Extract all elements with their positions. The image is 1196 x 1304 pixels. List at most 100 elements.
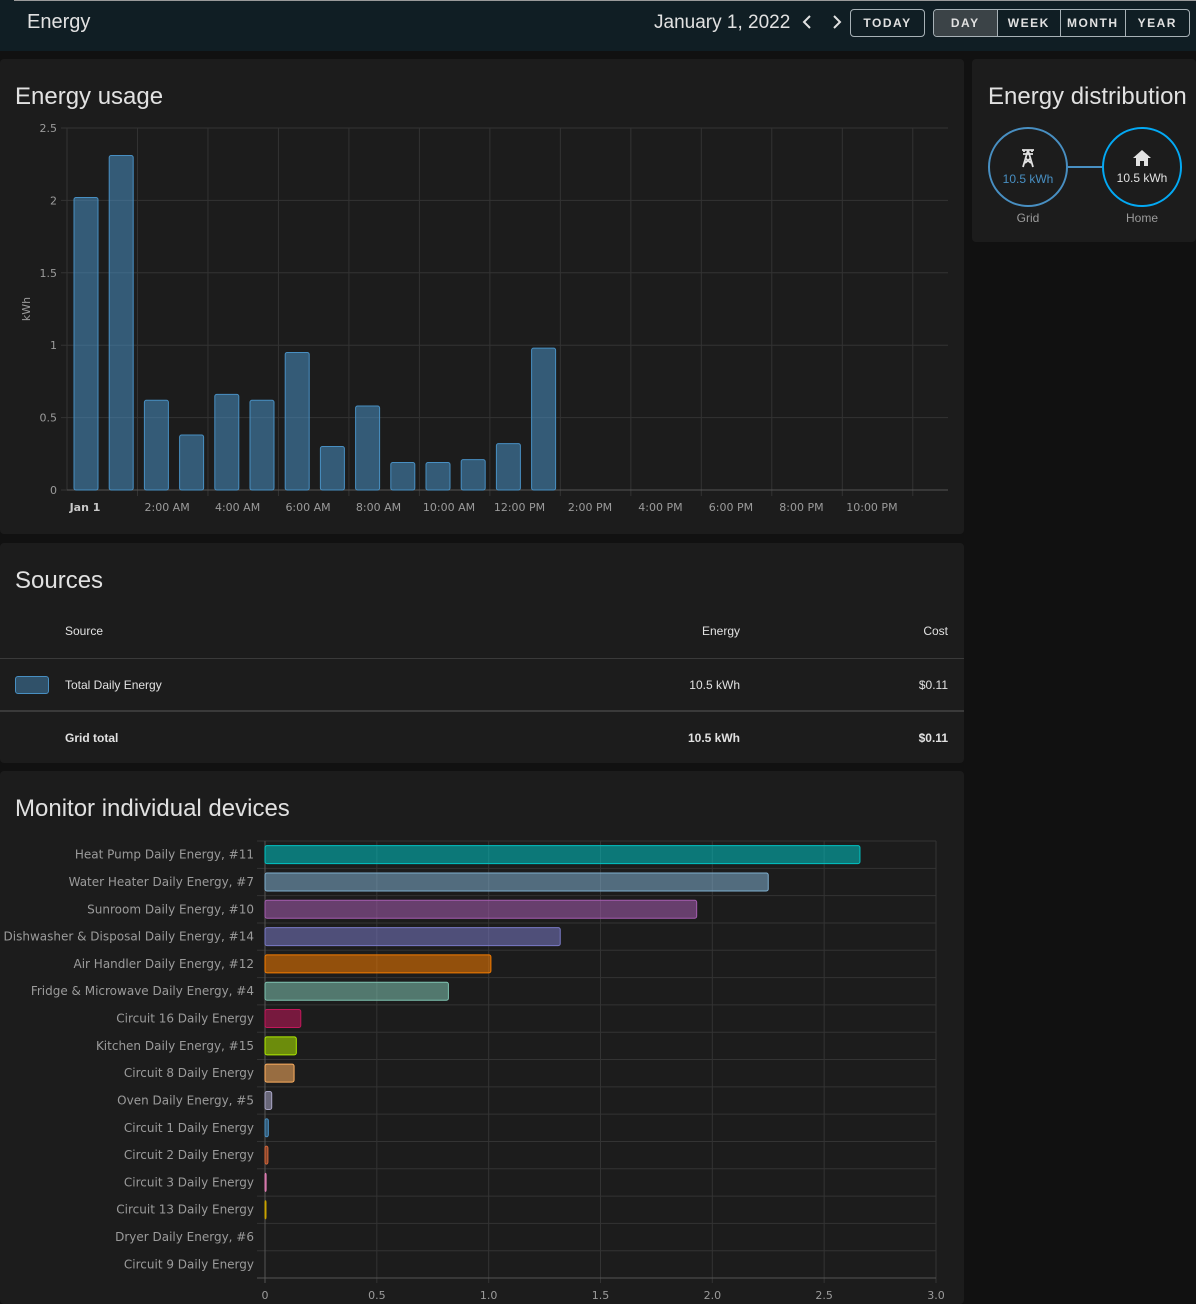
- usage-bar: [319, 446, 345, 491]
- home-node[interactable]: 10.5 kWh: [1102, 127, 1182, 207]
- devices-card: Monitor individual devices 0 0.5 1.0 1.5 2.0…: [0, 771, 964, 1304]
- y-tick-label: 0: [50, 484, 57, 497]
- chevron-right-icon: [833, 15, 842, 29]
- y-tick-label: 0.5: [40, 412, 58, 425]
- x-tick-label: 12:00 PM: [494, 501, 545, 514]
- divider: [0, 710, 964, 712]
- device-label: Dryer Daily Energy, #6: [115, 1230, 254, 1244]
- device-label: Water Heater Daily Energy, #7: [69, 875, 254, 889]
- today-button[interactable]: TODAY: [850, 9, 925, 37]
- grid-node[interactable]: 10.5 kWh: [988, 127, 1068, 207]
- device-bar: [264, 1172, 267, 1192]
- device-bar: [264, 1090, 273, 1110]
- grid-total-cost: $0.11: [918, 731, 948, 745]
- device-label: Fridge & Microwave Daily Energy, #4: [31, 984, 254, 998]
- sources-title: Sources: [15, 567, 104, 594]
- device-bar: [264, 981, 449, 1001]
- chevron-left-icon: [802, 15, 811, 29]
- device-label: Circuit 2 Daily Energy: [124, 1148, 254, 1162]
- usage-bar: [495, 443, 521, 491]
- column-header-cost: Cost: [923, 624, 948, 638]
- top-border: [14, 0, 1196, 1]
- column-header-energy: Energy: [701, 624, 740, 638]
- x-tick-label: 10:00 AM: [423, 501, 475, 514]
- x-tick-label: 1.5: [592, 1289, 610, 1302]
- source-cost: $0.11: [918, 678, 948, 692]
- previous-period-button[interactable]: [797, 11, 819, 35]
- sources-card: Sources Source Energy Cost Total Daily E…: [0, 543, 964, 763]
- energy-usage-card: Energy usage 0 0.5 1 1.5 2 2.5 Jan 1 2:00 AM 4:0…: [0, 59, 964, 534]
- energy-distribution-card: Energy distribution 10.5 kWh Grid 10.5 k…: [972, 59, 1196, 242]
- usage-bar: [179, 434, 205, 491]
- date-label: January 1, 2022: [654, 12, 791, 33]
- device-label: Air Handler Daily Energy, #12: [74, 957, 255, 971]
- device-bar: [264, 1063, 295, 1083]
- x-tick-label: 1.0: [480, 1289, 498, 1302]
- x-tick-label: 2.0: [704, 1289, 722, 1302]
- usage-bar: [214, 393, 240, 491]
- usage-bar: [73, 197, 99, 491]
- grid-total-energy: 10.5 kWh: [687, 731, 740, 745]
- usage-bar: [531, 347, 557, 491]
- source-name: Total Daily Energy: [65, 678, 162, 692]
- device-label: Circuit 16 Daily Energy: [116, 1012, 254, 1026]
- x-tick-label: 0: [262, 1289, 269, 1302]
- usage-bar: [355, 405, 381, 491]
- y-tick-label: 2: [50, 194, 57, 207]
- grid-energy-value: 10.5 kWh: [1002, 172, 1054, 186]
- device-label: Circuit 1 Daily Energy: [124, 1121, 254, 1135]
- period-year-button[interactable]: YEAR: [1126, 10, 1190, 36]
- usage-bar: [108, 155, 134, 491]
- device-bar: [264, 954, 492, 974]
- x-tick-label: 10:00 PM: [846, 501, 897, 514]
- device-label: Circuit 9 Daily Energy: [124, 1257, 254, 1271]
- x-tick-label: 0.5: [368, 1289, 386, 1302]
- x-tick-label: 6:00 AM: [285, 501, 330, 514]
- period-week-button[interactable]: WEEK: [998, 10, 1061, 36]
- grid-total-label: Grid total: [65, 731, 119, 745]
- home-icon: [1133, 150, 1151, 166]
- grid-label: Grid: [1016, 211, 1040, 225]
- device-label: Circuit 3 Daily Energy: [124, 1175, 254, 1189]
- device-label: Heat Pump Daily Energy, #11: [75, 848, 254, 862]
- usage-bar: [425, 461, 451, 491]
- device-bar: [264, 1145, 269, 1165]
- energy-usage-chart: 0 0.5 1 1.5 2 2.5 Jan 1 2:00 AM 4:00 AM 6:00 AM 8:…: [20, 122, 948, 514]
- divider: [0, 658, 964, 659]
- page-title: Energy: [27, 11, 91, 33]
- home-label: Home: [1125, 211, 1158, 225]
- period-day-button[interactable]: DAY: [934, 10, 998, 36]
- device-label: Circuit 13 Daily Energy: [116, 1203, 254, 1217]
- home-energy-value: 10.5 kWh: [1116, 171, 1168, 185]
- device-label: Dishwasher & Disposal Daily Energy, #14: [4, 930, 254, 944]
- y-tick-label: 1: [50, 339, 57, 352]
- y-tick-label: 1.5: [40, 267, 58, 280]
- period-month-button[interactable]: MONTH: [1061, 10, 1126, 36]
- device-label: Oven Daily Energy, #5: [117, 1093, 254, 1107]
- x-tick-label: 8:00 AM: [356, 501, 401, 514]
- grid-to-home-flow-line: [1068, 166, 1102, 168]
- source-energy: 10.5 kWh: [689, 678, 740, 692]
- device-bar: [264, 1200, 267, 1220]
- device-label: Circuit 8 Daily Energy: [124, 1066, 254, 1080]
- usage-bar: [284, 351, 310, 491]
- device-bar: [264, 927, 561, 947]
- next-period-button[interactable]: [825, 11, 847, 35]
- x-tick-label: 4:00 PM: [638, 501, 682, 514]
- devices-chart: 0 0.5 1.0 1.5 2.0 2.5 3.0 Heat Pump Daily Energ…: [4, 840, 945, 1302]
- column-header-source: Source: [65, 624, 104, 638]
- usage-bar: [460, 459, 486, 491]
- transmission-tower-icon: [1022, 149, 1034, 168]
- device-label: Sunroom Daily Energy, #10: [87, 902, 254, 916]
- y-tick-label: 2.5: [40, 122, 58, 135]
- device-bar: [264, 1036, 297, 1056]
- x-tick-label: 3.0: [927, 1289, 945, 1302]
- usage-bar: [249, 399, 275, 491]
- top-app-bar: Energy January 1, 2022 TODAY DAY WEEK MO…: [0, 0, 1196, 51]
- x-tick-label: Jan 1: [69, 501, 101, 514]
- x-tick-label: 4:00 AM: [215, 501, 260, 514]
- x-tick-label: 2:00 PM: [568, 501, 612, 514]
- y-axis-label: kWh: [20, 297, 33, 321]
- x-tick-label: 8:00 PM: [779, 501, 823, 514]
- usage-bar: [390, 461, 416, 491]
